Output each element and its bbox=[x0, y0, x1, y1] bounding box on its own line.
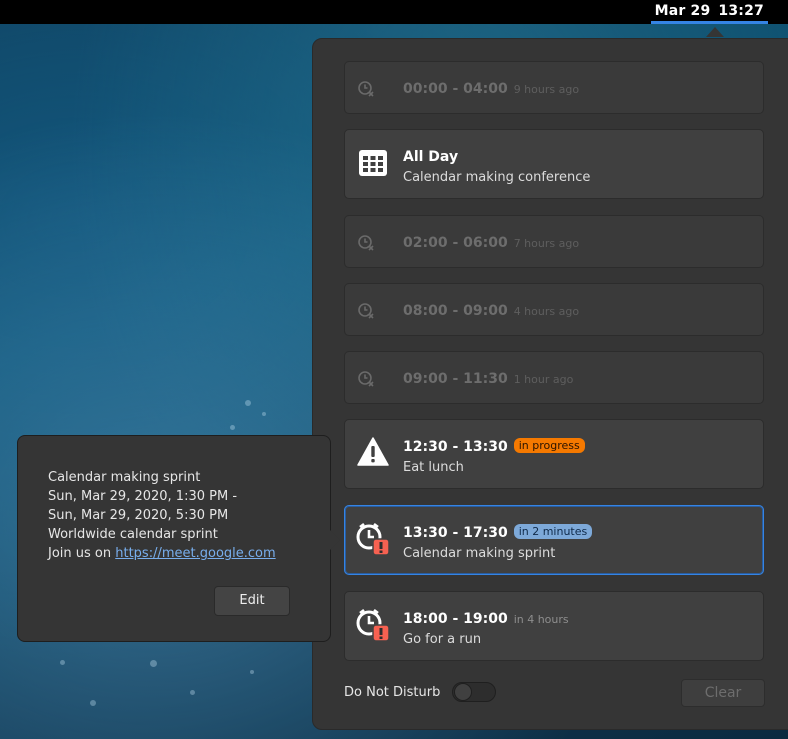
menu-pointer bbox=[706, 27, 724, 37]
calendar-grid-icon bbox=[359, 150, 387, 176]
meeting-link[interactable]: https://meet.google.com bbox=[115, 546, 275, 561]
alarm-clock-icon bbox=[356, 608, 390, 642]
clock-past-icon bbox=[358, 371, 374, 387]
event-row[interactable]: 12:30 - 13:30 in progress Eat lunch bbox=[344, 419, 764, 489]
event-time: 02:00 - 06:00 bbox=[403, 235, 508, 251]
event-time: 12:30 - 13:30 bbox=[403, 439, 508, 455]
event-relative-time: 7 hours ago bbox=[513, 237, 580, 250]
top-bar: Mar 29 13:27 bbox=[0, 0, 788, 24]
event-time: 08:00 - 09:00 bbox=[403, 303, 508, 319]
event-relative-time: 4 hours ago bbox=[513, 305, 580, 318]
event-row[interactable]: 09:00 - 11:30 1 hour ago bbox=[344, 351, 764, 404]
event-row[interactable]: 13:30 - 17:30 in 2 minutes Calendar makin… bbox=[344, 505, 764, 575]
event-title: Calendar making conference bbox=[403, 170, 591, 185]
event-row[interactable]: 18:00 - 19:00 in 4 hours Go for a run bbox=[344, 591, 764, 661]
clock-time: 13:27 bbox=[718, 3, 764, 19]
event-row[interactable]: All Day Calendar making conference bbox=[344, 129, 764, 199]
event-row[interactable]: 08:00 - 09:00 4 hours ago bbox=[344, 283, 764, 336]
do-not-disturb-label: Do Not Disturb bbox=[344, 685, 441, 700]
join-prefix: Join us on bbox=[48, 546, 112, 561]
event-row[interactable]: 02:00 - 06:00 7 hours ago bbox=[344, 215, 764, 268]
clear-button[interactable]: Clear bbox=[681, 679, 765, 707]
event-time: All Day bbox=[403, 149, 459, 165]
event-time: 18:00 - 19:00 bbox=[403, 611, 508, 627]
event-title: Go for a run bbox=[403, 632, 482, 647]
clock-date: Mar 29 bbox=[654, 3, 711, 19]
popover-pointer bbox=[330, 530, 340, 550]
event-details-popover: Calendar making sprint Sun, Mar 29, 2020… bbox=[17, 435, 331, 642]
clock-button[interactable]: Mar 29 13:27 bbox=[650, 0, 768, 24]
popover-start: Sun, Mar 29, 2020, 1:30 PM - bbox=[48, 489, 238, 504]
popover-end: Sun, Mar 29, 2020, 5:30 PM bbox=[48, 508, 229, 523]
event-row[interactable]: 00:00 - 04:00 9 hours ago bbox=[344, 61, 764, 114]
status-badge: in 2 minutes bbox=[513, 524, 593, 539]
clock-past-icon bbox=[358, 303, 374, 319]
event-time: 00:00 - 04:00 bbox=[403, 81, 508, 97]
warning-icon bbox=[357, 437, 389, 466]
event-relative-time: 9 hours ago bbox=[513, 83, 580, 96]
popover-join-line: Join us on https://meet.google.com bbox=[48, 544, 276, 563]
event-relative-time: in 4 hours bbox=[513, 613, 569, 626]
event-relative-time: 1 hour ago bbox=[513, 373, 574, 386]
do-not-disturb-switch[interactable] bbox=[452, 682, 496, 702]
popover-description: Worldwide calendar sprint bbox=[48, 527, 218, 542]
event-time: 13:30 - 17:30 bbox=[403, 525, 508, 541]
clock-past-icon bbox=[358, 81, 374, 97]
edit-button[interactable]: Edit bbox=[214, 586, 290, 616]
event-title: Eat lunch bbox=[403, 460, 464, 475]
switch-knob bbox=[454, 683, 472, 701]
event-details: Calendar making sprint Sun, Mar 29, 2020… bbox=[48, 468, 276, 563]
clock-past-icon bbox=[358, 235, 374, 251]
status-badge: in progress bbox=[513, 438, 585, 453]
event-time: 09:00 - 11:30 bbox=[403, 371, 508, 387]
popover-title: Calendar making sprint bbox=[48, 470, 201, 485]
event-title: Calendar making sprint bbox=[403, 546, 556, 561]
alarm-clock-icon bbox=[356, 522, 390, 556]
